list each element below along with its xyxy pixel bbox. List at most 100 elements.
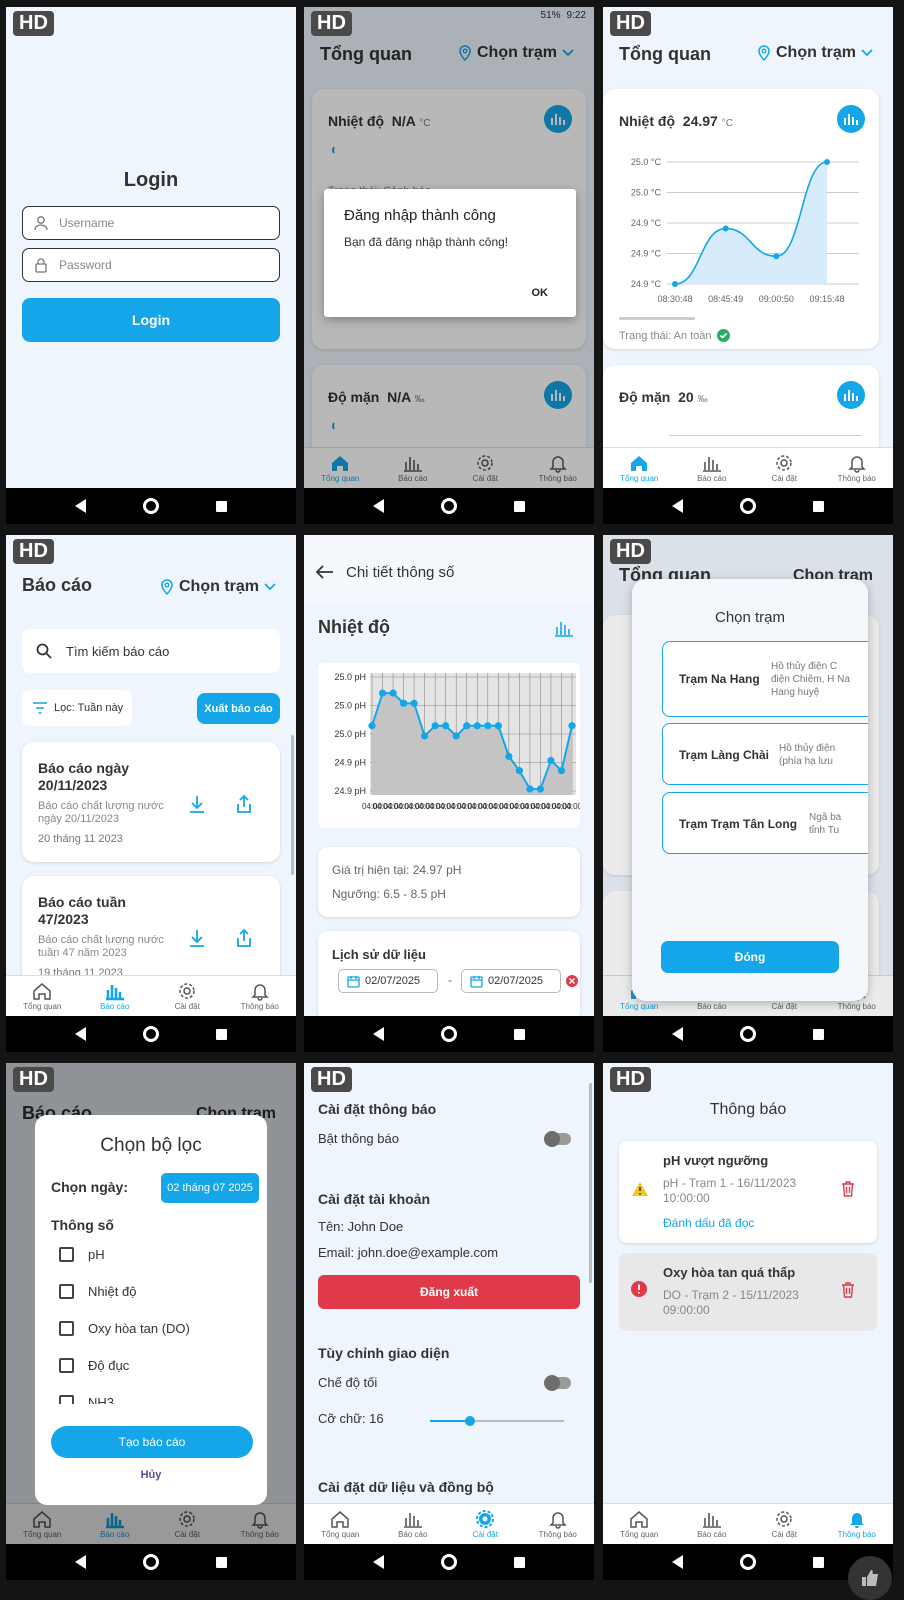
y-tick-label: 24.9 °C	[631, 279, 662, 289]
tab-settings[interactable]: Cài đặt	[748, 1504, 821, 1544]
download-icon[interactable]	[188, 928, 206, 948]
nav-back-icon[interactable]	[671, 499, 683, 513]
nav-recents-icon[interactable]	[813, 1556, 825, 1568]
tab-overview[interactable]: Tổng quan	[304, 1504, 377, 1544]
param-option[interactable]: NH3	[59, 1395, 114, 1404]
trash-icon[interactable]	[841, 1181, 855, 1197]
username-field[interactable]: Username	[22, 206, 280, 240]
thumbs-up-icon[interactable]	[848, 1556, 892, 1600]
nav-home-icon[interactable]	[142, 1026, 159, 1042]
station-option[interactable]: Trạm Trạm Tân Long Ngã ba tỉnh Tu	[662, 792, 868, 854]
nav-back-icon[interactable]	[74, 1555, 86, 1569]
search-input[interactable]: Tìm kiếm báo cáo	[22, 629, 280, 673]
mark-read-link[interactable]: Đánh dấu đã đọc	[663, 1216, 754, 1230]
chart-icon[interactable]	[837, 381, 865, 409]
nav-home-icon[interactable]	[440, 1554, 457, 1570]
date-to-picker[interactable]: 02/07/2025	[461, 969, 561, 993]
nav-back-icon[interactable]	[372, 499, 384, 513]
tab-notifications[interactable]: Thông báo	[821, 448, 894, 488]
nav-back-icon[interactable]	[671, 1027, 683, 1041]
station-selector[interactable]: Chọn trạm	[160, 578, 276, 596]
param-option[interactable]: pH	[59, 1247, 105, 1262]
date-picker-button[interactable]: 02 tháng 07 2025	[161, 1173, 259, 1203]
nav-back-icon[interactable]	[74, 1027, 86, 1041]
trash-icon[interactable]	[841, 1282, 855, 1298]
clear-date-icon[interactable]	[566, 975, 578, 987]
param-option[interactable]: Độ đục	[59, 1358, 129, 1373]
temperature-card[interactable]: Nhiệt độ 24.97 °C 25.0 °C 25.0 °C 24.9 °C 2…	[603, 89, 879, 349]
nav-back-icon[interactable]	[372, 1027, 384, 1041]
report-card[interactable]: Báo cáo ngày 20/11/2023 Báo cáo chất lượ…	[22, 742, 280, 862]
dark-mode-toggle[interactable]	[544, 1375, 571, 1391]
dialog-title: Đăng nhập thành công	[344, 207, 496, 224]
tab-reports[interactable]: Báo cáo	[377, 1504, 450, 1544]
nav-home-icon[interactable]	[739, 1026, 756, 1042]
password-field[interactable]: Password	[22, 248, 280, 282]
password-placeholder: Password	[59, 258, 112, 272]
station-option[interactable]: Trạm Làng Chài Hồ thủy điện (phía hạ lưu	[662, 723, 868, 785]
tab-overview[interactable]: Tổng quan	[603, 448, 676, 488]
checkbox[interactable]	[59, 1321, 74, 1336]
nav-recents-icon[interactable]	[813, 500, 825, 512]
nav-home-icon[interactable]	[142, 498, 159, 514]
nav-back-icon[interactable]	[74, 499, 86, 513]
notif-toggle[interactable]	[544, 1131, 571, 1147]
checkbox[interactable]	[59, 1358, 74, 1373]
nav-back-icon[interactable]	[671, 1555, 683, 1569]
date-from-picker[interactable]: 02/07/2025	[338, 969, 438, 993]
nav-recents-icon[interactable]	[216, 1556, 228, 1568]
tab-settings[interactable]: Cài đặt	[748, 448, 821, 488]
station-selector[interactable]: Chọn trạm	[757, 44, 873, 62]
nav-home-icon[interactable]	[142, 1554, 159, 1570]
download-icon[interactable]	[188, 794, 206, 814]
share-icon[interactable]	[235, 794, 253, 814]
tab-reports[interactable]: Báo cáo	[676, 1504, 749, 1544]
nav-home-icon[interactable]	[440, 1026, 457, 1042]
chart-icon[interactable]	[837, 105, 865, 133]
scrollbar[interactable]	[291, 735, 294, 875]
bar-chart-icon[interactable]	[554, 619, 574, 637]
font-size-slider[interactable]	[430, 1416, 564, 1426]
tab-notifications[interactable]: Thông báo	[522, 1504, 595, 1544]
cancel-button[interactable]: Hủy	[35, 1469, 267, 1481]
back-arrow-icon[interactable]	[316, 565, 334, 579]
nav-home-icon[interactable]	[739, 498, 756, 514]
logout-button[interactable]: Đăng xuất	[318, 1275, 580, 1309]
nav-recents-icon[interactable]	[813, 1028, 825, 1040]
login-button[interactable]: Login	[22, 298, 280, 342]
tab-overview[interactable]: Tổng quan	[6, 976, 79, 1016]
nav-home-icon[interactable]	[739, 1554, 756, 1570]
y-tick-label: 24.9 °C	[631, 249, 662, 259]
tab-settings[interactable]: Cài đặt	[151, 976, 224, 1016]
slider-thumb[interactable]	[465, 1416, 476, 1426]
nav-recents-icon[interactable]	[216, 1028, 228, 1040]
tab-settings[interactable]: Cài đặt	[449, 1504, 522, 1544]
close-modal-button[interactable]: Đóng	[661, 941, 839, 973]
checkbox[interactable]	[59, 1247, 74, 1262]
tab-overview[interactable]: Tổng quan	[603, 1504, 676, 1544]
calendar-icon	[470, 975, 483, 988]
scrollbar[interactable]	[589, 1083, 592, 1283]
checkbox[interactable]	[59, 1284, 74, 1299]
nav-recents-icon[interactable]	[514, 1556, 526, 1568]
param-option[interactable]: Oxy hòa tan (DO)	[59, 1321, 190, 1336]
param-option[interactable]: Nhiệt độ	[59, 1284, 136, 1299]
tab-notifications[interactable]: Thông báo	[821, 1504, 894, 1544]
notification-item-read[interactable]: Oxy hòa tan quá thấp DO - Trạm 2 - 15/11…	[619, 1253, 877, 1331]
nav-recents-icon[interactable]	[216, 500, 228, 512]
notification-item[interactable]: pH vượt ngưỡng pH - Trạm 1 - 16/11/2023 …	[619, 1141, 877, 1243]
share-icon[interactable]	[235, 928, 253, 948]
filter-button[interactable]: Lọc: Tuần này	[22, 690, 132, 726]
dialog-ok-button[interactable]: OK	[532, 287, 549, 299]
create-report-button[interactable]: Tạo báo cáo	[51, 1426, 253, 1458]
tab-notifications[interactable]: Thông báo	[224, 976, 297, 1016]
checkbox[interactable]	[59, 1395, 74, 1404]
nav-recents-icon[interactable]	[514, 1028, 526, 1040]
station-option[interactable]: Trạm Na Hang Hồ thủy điện C điện Chiêm, …	[662, 641, 868, 717]
nav-recents-icon[interactable]	[514, 500, 526, 512]
tab-reports[interactable]: Báo cáo	[79, 976, 152, 1016]
tab-reports[interactable]: Báo cáo	[676, 448, 749, 488]
nav-home-icon[interactable]	[440, 498, 457, 514]
export-report-button[interactable]: Xuất báo cáo	[197, 693, 280, 724]
nav-back-icon[interactable]	[372, 1555, 384, 1569]
